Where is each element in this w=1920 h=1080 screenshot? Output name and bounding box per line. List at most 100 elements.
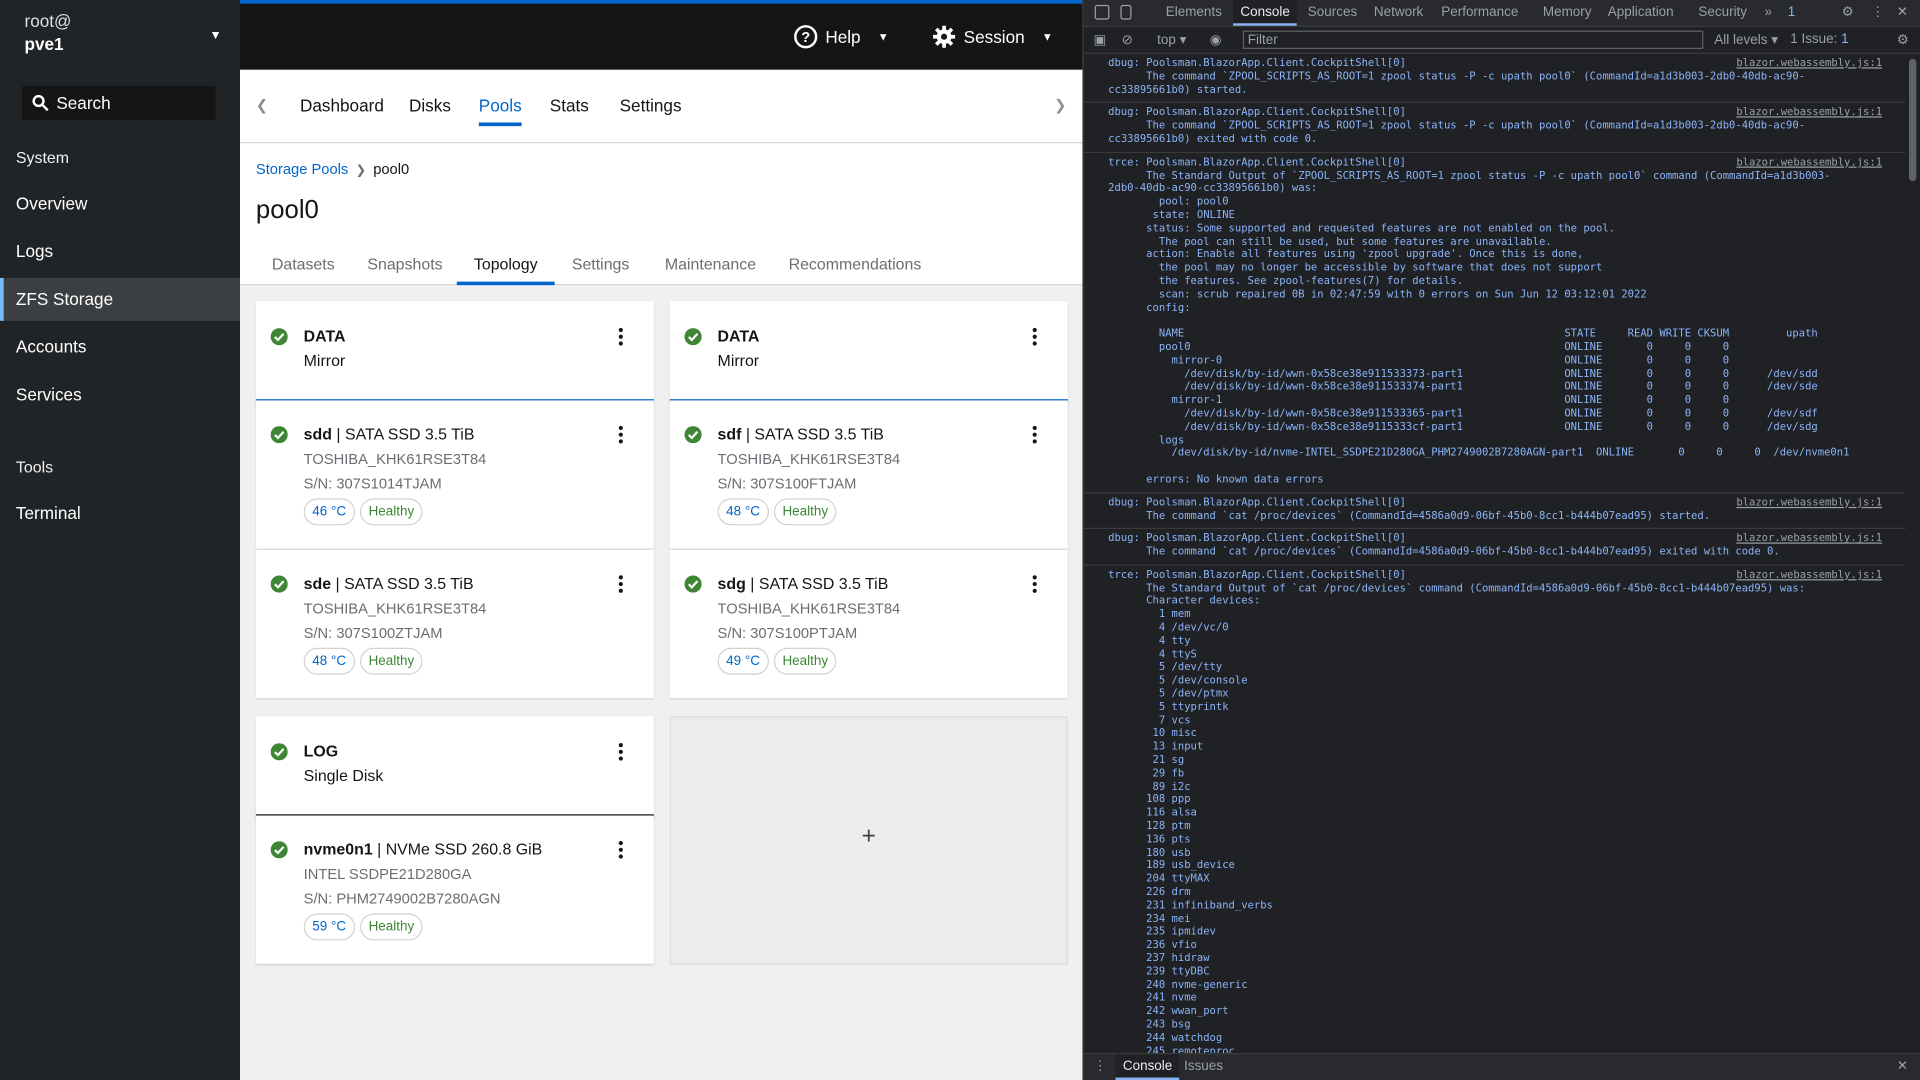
kebab-menu-icon[interactable] bbox=[617, 425, 624, 445]
tab-dashboard[interactable]: Dashboard bbox=[300, 70, 384, 142]
source-link[interactable]: blazor.webassembly.js:1 bbox=[1736, 497, 1882, 510]
devtools-tab-performance[interactable]: Performance bbox=[1441, 0, 1518, 26]
app-root: root@ pve1 ▼ Search System Overview Logs… bbox=[0, 0, 1920, 1080]
devtools-tab-console[interactable]: Console bbox=[1233, 0, 1298, 26]
console-filter-input[interactable]: Filter bbox=[1242, 30, 1704, 49]
subtab-datasets[interactable]: Datasets bbox=[272, 245, 335, 285]
add-vdev-button[interactable]: + bbox=[669, 716, 1068, 965]
close-icon[interactable]: ✕ bbox=[1897, 0, 1908, 26]
issues-count: 1 bbox=[1841, 31, 1849, 47]
devtools-tab-application[interactable]: Application bbox=[1608, 0, 1674, 26]
kebab-menu-icon[interactable] bbox=[1031, 574, 1038, 594]
caret-down-icon: ▼ bbox=[209, 29, 222, 43]
sidebar-item-logs[interactable]: Logs bbox=[0, 230, 240, 273]
clear-console-icon[interactable]: ⊘ bbox=[1122, 32, 1133, 48]
scroll-left-button[interactable]: ❮ bbox=[240, 70, 284, 142]
source-link[interactable]: blazor.webassembly.js:1 bbox=[1736, 569, 1882, 582]
health-badge: Healthy bbox=[360, 498, 423, 526]
sidebar-item-accounts[interactable]: Accounts bbox=[0, 326, 240, 369]
issues-button[interactable]: 1 Issue: 1 bbox=[1790, 32, 1848, 47]
sidebar-toggle-icon[interactable]: ▣ bbox=[1093, 32, 1106, 48]
disk-model: INTEL SSDPE21D280GA bbox=[303, 865, 472, 883]
kebab-menu-icon[interactable] bbox=[617, 742, 624, 762]
scroll-right-button[interactable]: ❯ bbox=[1038, 70, 1082, 142]
subtab-topology[interactable]: Topology bbox=[456, 245, 555, 286]
eye-icon[interactable]: ◉ bbox=[1210, 32, 1222, 48]
tab-settings[interactable]: Settings bbox=[620, 70, 682, 142]
console-settings-icon[interactable]: ⚙ bbox=[1897, 32, 1909, 48]
disk-model: TOSHIBA_KHK61RSE3T84 bbox=[717, 600, 901, 618]
source-link[interactable]: blazor.webassembly.js:1 bbox=[1736, 156, 1882, 169]
drawer-close-icon[interactable]: ✕ bbox=[1897, 1054, 1908, 1080]
page-title: pool0 bbox=[255, 195, 319, 225]
device-toolbar-icon[interactable] bbox=[1120, 4, 1132, 20]
host-name: pve1 bbox=[24, 34, 64, 54]
health-badge: Healthy bbox=[360, 913, 423, 941]
kebab-menu-icon[interactable] bbox=[617, 574, 624, 594]
devtools-tab-network[interactable]: Network bbox=[1374, 0, 1423, 26]
disk-name: sdf bbox=[717, 424, 742, 444]
console-scrollbar[interactable] bbox=[1905, 53, 1920, 1054]
more-tabs-icon[interactable]: » bbox=[1765, 0, 1773, 26]
main-tabs: ❮ Dashboard Disks Pools Stats Settings ❯ bbox=[240, 69, 1083, 144]
pool-subtabs: Datasets Snapshots Topology Settings Mai… bbox=[240, 245, 1083, 286]
disk-title: sdd | SATA SSD 3.5 TiB bbox=[304, 425, 475, 443]
check-circle-icon bbox=[684, 575, 702, 593]
drawer-tab-console[interactable]: Console bbox=[1115, 1054, 1180, 1080]
tab-stats[interactable]: Stats bbox=[550, 70, 589, 142]
disk-desc: | SATA SSD 3.5 TiB bbox=[331, 574, 474, 593]
vdev-layout: Mirror bbox=[717, 351, 760, 370]
issues-button-label: 1 Issue: bbox=[1790, 31, 1842, 47]
source-link[interactable]: blazor.webassembly.js:1 bbox=[1736, 58, 1882, 71]
breadcrumb-storage-pools[interactable]: Storage Pools bbox=[256, 160, 348, 177]
subtab-maintenance[interactable]: Maintenance bbox=[665, 245, 756, 285]
tab-pools[interactable]: Pools bbox=[478, 70, 522, 142]
disk-name: sde bbox=[303, 574, 332, 593]
sidebar-item-services[interactable]: Services bbox=[0, 373, 240, 416]
kebab-menu-icon[interactable] bbox=[617, 840, 624, 860]
source-link[interactable]: blazor.webassembly.js:1 bbox=[1736, 533, 1882, 546]
more-options-icon[interactable]: ⋮ bbox=[1871, 0, 1884, 26]
health-badge: Healthy bbox=[360, 647, 423, 675]
source-link[interactable]: blazor.webassembly.js:1 bbox=[1736, 107, 1882, 120]
search-icon bbox=[32, 94, 49, 112]
sidebar-item-zfs-storage[interactable]: ZFS Storage bbox=[0, 277, 241, 321]
log-levels-select[interactable]: All levels ▾ bbox=[1714, 32, 1778, 48]
disk-desc: | SATA SSD 3.5 TiB bbox=[741, 424, 884, 444]
scrollbar-thumb[interactable] bbox=[1908, 58, 1917, 182]
kebab-menu-icon[interactable] bbox=[1031, 327, 1038, 347]
disk-model: TOSHIBA_KHK61RSE3T84 bbox=[303, 450, 487, 468]
devtools-tab-security[interactable]: Security bbox=[1698, 0, 1747, 26]
tab-disks[interactable]: Disks bbox=[409, 70, 451, 142]
subtab-snapshots[interactable]: Snapshots bbox=[367, 245, 442, 285]
disk-title: sdf | SATA SSD 3.5 TiB bbox=[718, 425, 884, 443]
check-circle-icon bbox=[270, 426, 288, 444]
check-circle-icon bbox=[270, 743, 288, 761]
vdev-card: DATA Mirror bbox=[255, 301, 654, 403]
devtools-tab-elements[interactable]: Elements bbox=[1166, 0, 1222, 26]
devtools-tab-memory[interactable]: Memory bbox=[1543, 0, 1592, 26]
kebab-menu-icon[interactable] bbox=[1031, 425, 1038, 445]
issues-badge[interactable]: 1 bbox=[1788, 0, 1796, 26]
health-badge: Healthy bbox=[773, 647, 837, 675]
devtools-tab-sources[interactable]: Sources bbox=[1308, 0, 1357, 26]
temperature-badge: 48 °C bbox=[303, 647, 355, 675]
host-selector[interactable]: root@ pve1 ▼ bbox=[16, 10, 232, 59]
vdev-card: LOG Single Disk bbox=[255, 716, 654, 818]
sidebar-item-terminal[interactable]: Terminal bbox=[0, 492, 240, 535]
help-menu[interactable]: ? Help ▼ bbox=[793, 21, 889, 53]
kebab-menu-icon[interactable] bbox=[617, 327, 624, 347]
drawer-menu-icon[interactable]: ⋮ bbox=[1093, 1054, 1106, 1080]
settings-gear-icon[interactable]: ⚙ bbox=[1842, 0, 1854, 26]
context-selector[interactable]: top ▾ bbox=[1157, 32, 1186, 48]
inspect-icon[interactable] bbox=[1094, 4, 1110, 20]
temperature-badge: 59 °C bbox=[303, 913, 355, 941]
vdev-type: LOG bbox=[303, 742, 339, 761]
drawer-tab-issues[interactable]: Issues bbox=[1184, 1054, 1223, 1080]
subtab-recommendations[interactable]: Recommendations bbox=[789, 245, 922, 285]
disk-desc: | SATA SSD 3.5 TiB bbox=[331, 424, 475, 444]
search-input[interactable]: Search bbox=[22, 85, 216, 121]
sidebar-item-overview[interactable]: Overview bbox=[0, 182, 240, 225]
subtab-settings[interactable]: Settings bbox=[572, 245, 630, 285]
session-menu[interactable]: Session ▼ bbox=[932, 21, 1053, 53]
